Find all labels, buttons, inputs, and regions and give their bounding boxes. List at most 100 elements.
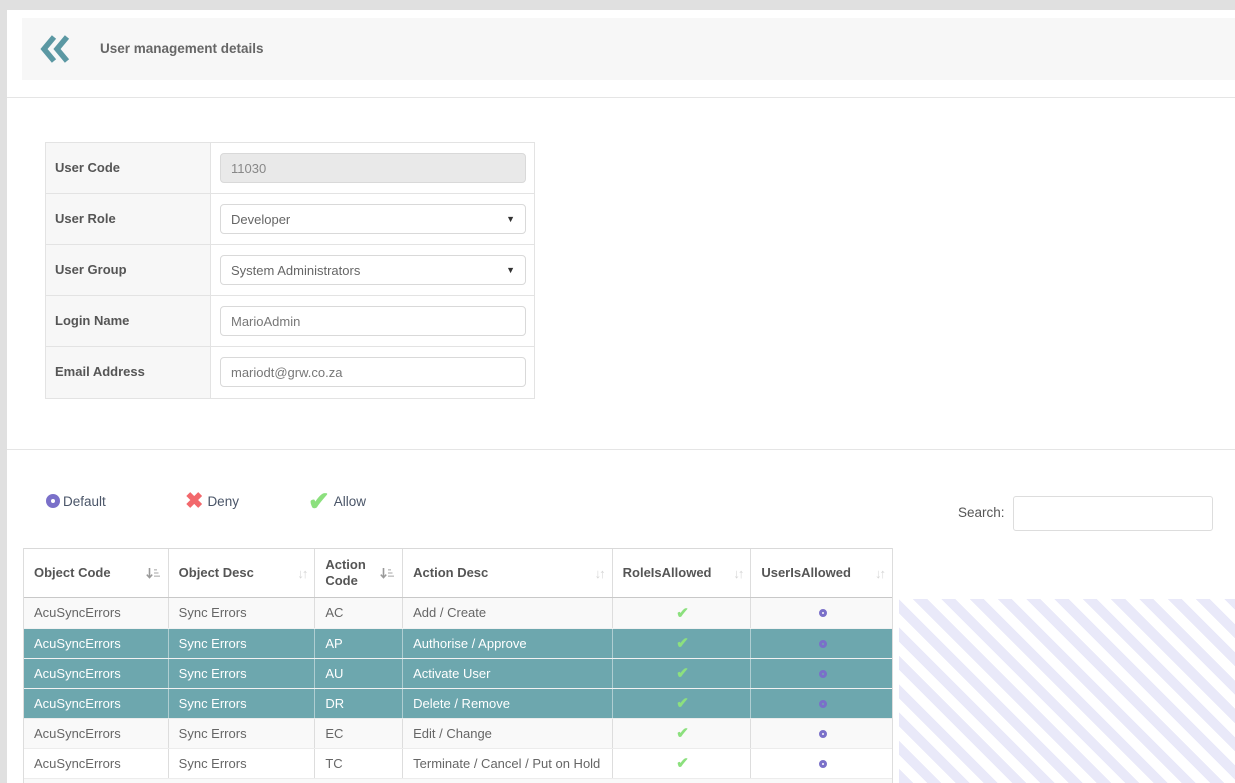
page-background-left-strip xyxy=(0,0,7,783)
column-header-label: Object Desc xyxy=(178,564,254,580)
default-circle-icon xyxy=(818,609,827,617)
user-group-selected-value: System Administrators xyxy=(231,262,361,278)
table-row[interactable]: AcuSyncErrors Sync Errors AC Add / Create ✔ xyxy=(24,598,892,628)
allow-check-icon: ✔ xyxy=(676,635,689,652)
table-body: AcuSyncErrors Sync Errors AC Add / Create ✔ A… xyxy=(24,598,892,783)
table-row[interactable]: AcuSyncErrors Sync Errors AU Activate User ✔ xyxy=(24,658,892,688)
cell-user-is-allowed xyxy=(751,598,892,628)
table-header-row: Object Code Object Desc ↓↑ Action Code Actio… xyxy=(24,548,892,598)
table-row-partial[interactable] xyxy=(24,778,892,783)
cell-action-desc: Add / Create xyxy=(403,598,613,628)
column-header-object-code[interactable]: Object Code xyxy=(24,549,169,597)
diagonal-stripes-background xyxy=(899,599,1235,783)
email-address-field[interactable] xyxy=(220,357,526,387)
cell-action-desc: Delete / Remove xyxy=(403,689,613,718)
user-role-label: User Role xyxy=(46,194,211,244)
cell-object-code: AcuSyncErrors xyxy=(24,689,169,718)
cell-user-is-allowed xyxy=(751,629,892,658)
cell-user-is-allowed xyxy=(751,689,892,718)
back-button[interactable] xyxy=(38,32,74,66)
login-name-field[interactable] xyxy=(220,306,526,336)
cell-role-is-allowed: ✔ xyxy=(613,749,752,778)
allow-check-icon: ✔ xyxy=(676,755,689,772)
user-group-select[interactable]: System Administrators ▼ xyxy=(220,255,526,285)
sort-amount-icon xyxy=(379,566,395,581)
cell-action-code: AP xyxy=(315,629,404,658)
table-row[interactable]: AcuSyncErrors Sync Errors AP Authorise / Ap… xyxy=(24,628,892,658)
sort-both-icon: ↓↑ xyxy=(594,565,606,581)
divider xyxy=(7,449,1235,450)
divider xyxy=(7,97,1235,98)
legend-allow-label: Allow xyxy=(333,493,367,509)
header-bar: User management details xyxy=(22,18,1235,80)
cell-object-desc: Sync Errors xyxy=(169,749,316,778)
cell-action-desc: Activate User xyxy=(403,659,613,688)
cell-action-desc: Authorise / Approve xyxy=(403,629,613,658)
sort-amount-icon xyxy=(145,566,160,581)
table-row[interactable]: AcuSyncErrors Sync Errors DR Delete / Remov… xyxy=(24,688,892,718)
cell-object-desc: Sync Errors xyxy=(169,629,316,658)
cell-user-is-allowed xyxy=(751,749,892,778)
cell-action-code: AU xyxy=(315,659,404,688)
cell-role-is-allowed: ✔ xyxy=(613,629,752,658)
chevron-down-icon: ▼ xyxy=(506,265,515,275)
allow-check-icon: ✔ xyxy=(676,695,689,712)
cell-action-desc: Edit / Change xyxy=(403,719,613,748)
user-details-form: User Code User Role Developer ▼ User Gro… xyxy=(45,142,535,399)
sort-both-icon: ↓↑ xyxy=(875,565,886,581)
form-row-user-group: User Group System Administrators ▼ xyxy=(46,245,534,296)
cell-action-code: EC xyxy=(315,719,404,748)
allow-check-icon: ✔ xyxy=(308,486,330,516)
page-title: User management details xyxy=(100,41,264,56)
legend-deny: ✖ Deny xyxy=(185,487,239,515)
column-header-label: Action Desc xyxy=(413,564,489,580)
legend-allow: ✔ Allow xyxy=(308,487,366,515)
cell-object-desc: Sync Errors xyxy=(169,659,316,688)
chevron-down-icon: ▼ xyxy=(506,214,515,224)
column-header-action-desc[interactable]: Action Desc ↓↑ xyxy=(403,549,613,597)
column-header-label: RoleIsAllowed xyxy=(622,564,712,580)
sort-both-icon: ↓↑ xyxy=(733,565,744,581)
cell-action-code: TC xyxy=(315,749,404,778)
cell-object-desc: Sync Errors xyxy=(169,719,316,748)
default-circle-icon xyxy=(818,669,827,678)
column-header-user-is-allowed[interactable]: UserIsAllowed ↓↑ xyxy=(751,549,892,597)
user-code-label: User Code xyxy=(46,143,211,193)
default-circle-icon xyxy=(818,699,827,708)
cell-role-is-allowed: ✔ xyxy=(613,689,752,718)
cell-object-code: AcuSyncErrors xyxy=(24,659,169,688)
table-row[interactable]: AcuSyncErrors Sync Errors TC Terminate / Ca… xyxy=(24,748,892,778)
permissions-table: Object Code Object Desc ↓↑ Action Code Actio… xyxy=(23,548,893,783)
default-circle-icon xyxy=(46,494,60,508)
allow-check-icon: ✔ xyxy=(676,725,689,742)
user-group-label: User Group xyxy=(46,245,211,295)
column-header-label: Object Code xyxy=(34,564,111,580)
default-circle-icon xyxy=(818,729,827,738)
login-name-label: Login Name xyxy=(46,296,211,346)
table-row[interactable]: AcuSyncErrors Sync Errors EC Edit / Change ✔ xyxy=(24,718,892,748)
legend-default-label: Default xyxy=(63,493,106,509)
search-label: Search: xyxy=(958,505,1005,520)
page-background-top-strip xyxy=(0,0,1235,10)
cell-object-code: AcuSyncErrors xyxy=(24,598,169,628)
search-input[interactable] xyxy=(1013,496,1213,531)
page: User management details User Code User R… xyxy=(0,0,1235,783)
column-header-role-is-allowed[interactable]: RoleIsAllowed ↓↑ xyxy=(613,549,752,597)
cell-action-code: DR xyxy=(315,689,404,718)
legend-deny-label: Deny xyxy=(207,493,239,509)
cell-object-desc: Sync Errors xyxy=(169,689,316,718)
form-row-login-name: Login Name xyxy=(46,296,534,347)
user-code-field xyxy=(220,153,526,183)
cell-object-desc: Sync Errors xyxy=(169,598,316,628)
column-header-label: UserIsAllowed xyxy=(761,564,851,580)
column-header-action-code[interactable]: Action Code xyxy=(315,549,404,597)
cell-user-is-allowed xyxy=(751,719,892,748)
email-address-label: Email Address xyxy=(46,347,211,398)
user-role-select[interactable]: Developer ▼ xyxy=(220,204,526,234)
deny-cross-icon: ✖ xyxy=(185,488,204,513)
cell-action-desc: Terminate / Cancel / Put on Hold xyxy=(403,749,613,778)
cell-role-is-allowed: ✔ xyxy=(613,659,752,688)
legend-default: Default xyxy=(46,487,106,515)
column-header-object-desc[interactable]: Object Desc ↓↑ xyxy=(169,549,316,597)
cell-action-code: AC xyxy=(315,598,404,628)
